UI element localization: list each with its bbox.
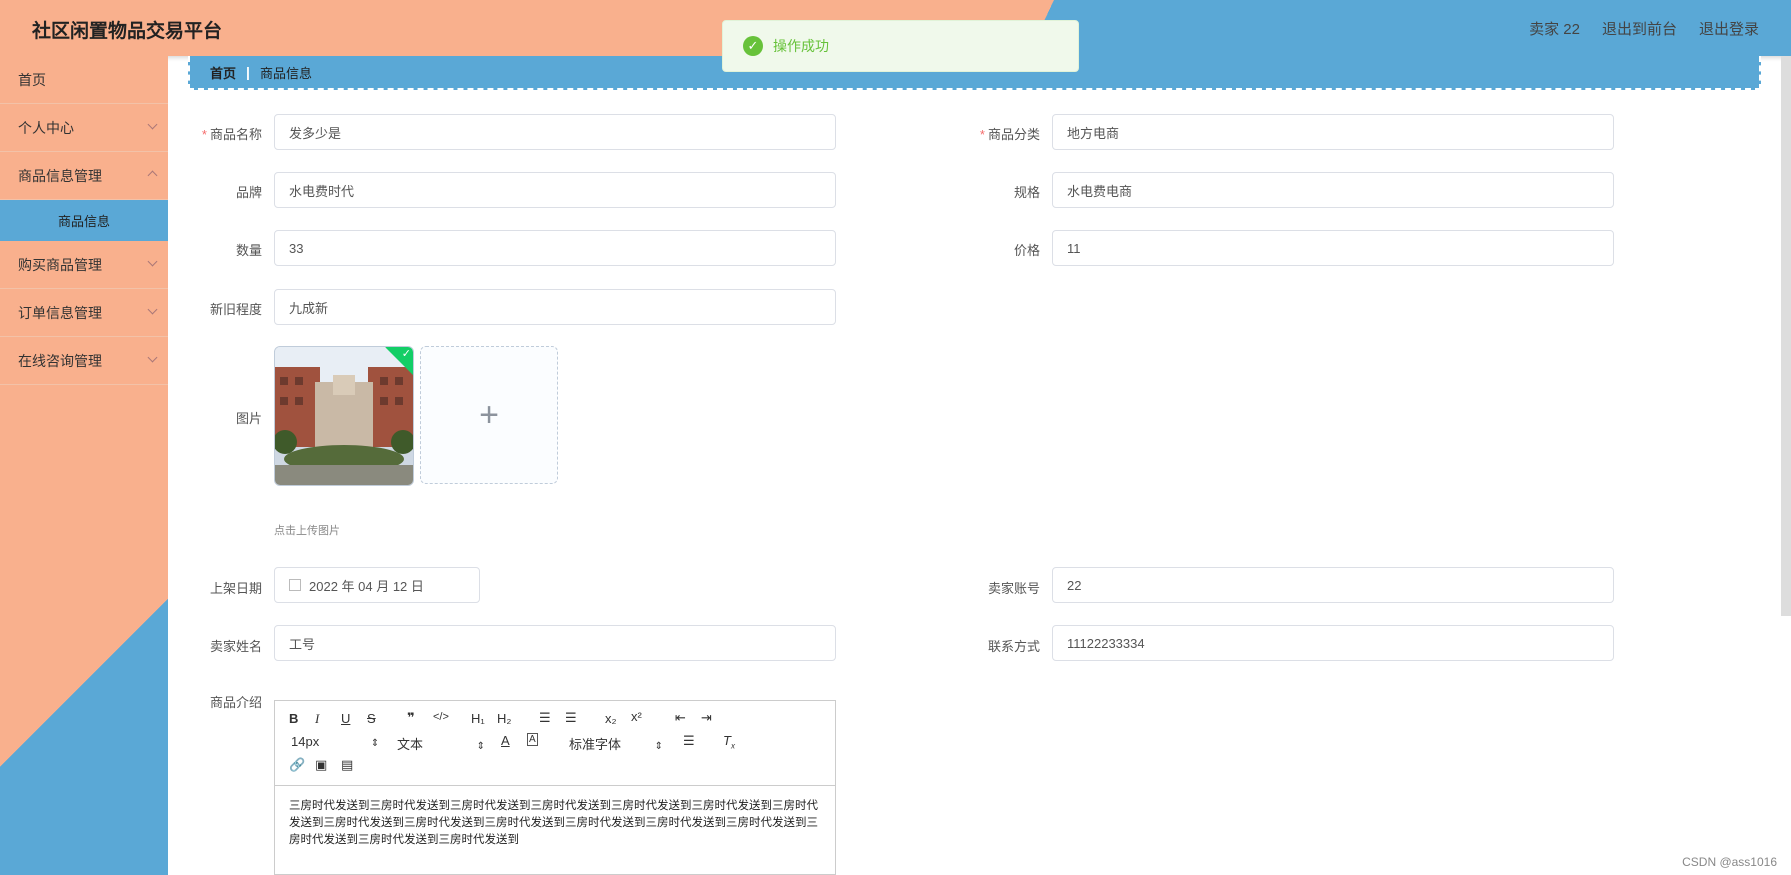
- brand-input[interactable]: 水电费时代: [274, 172, 836, 208]
- heading1-icon[interactable]: H₁: [471, 711, 485, 726]
- sidebar-item-purchase-management[interactable]: 购买商品管理: [0, 241, 168, 289]
- intro-label: 商品介绍: [209, 695, 262, 710]
- logout-link[interactable]: 退出登录: [1699, 18, 1759, 39]
- spec-input[interactable]: 水电费电商: [1052, 172, 1614, 208]
- toast-message: 操作成功: [773, 38, 829, 54]
- price-label: 价格: [1013, 243, 1040, 258]
- sidebar: 首页 个人中心 商品信息管理 商品信息 购买商品管理 订单信息管理 在线咨询管理: [0, 56, 168, 875]
- user-label: 卖家 22: [1529, 21, 1580, 38]
- sidebar-item-consult-management[interactable]: 在线咨询管理: [0, 337, 168, 385]
- header-links: 卖家 22 退出到前台 退出登录: [1529, 18, 1759, 39]
- sidebar-item-personal-center[interactable]: 个人中心: [0, 104, 168, 152]
- upload-add-button[interactable]: +: [420, 346, 558, 484]
- sidebar-item-label: 在线咨询管理: [18, 352, 102, 369]
- plus-icon: +: [479, 395, 499, 434]
- ordered-list-icon[interactable]: ☰: [539, 710, 551, 726]
- uploaded-image-thumbnail[interactable]: ✓: [274, 346, 414, 486]
- seller-account-label: 卖家账号: [987, 581, 1040, 596]
- outdent-icon[interactable]: ⇤: [675, 710, 686, 726]
- upload-tip: 点击上传图片: [274, 525, 340, 537]
- seller-name-input[interactable]: 工号: [274, 625, 836, 661]
- bold-icon[interactable]: B: [289, 711, 298, 726]
- scrollbar[interactable]: [1781, 56, 1791, 616]
- success-toast: ✓ 操作成功: [722, 20, 1079, 72]
- spec-label: 规格: [1013, 185, 1040, 200]
- video-icon[interactable]: ▤: [341, 757, 353, 773]
- product-name-label: * 商品名称: [201, 127, 262, 142]
- font-size-select[interactable]: 14px ⇕: [291, 734, 379, 749]
- calendar-icon: [289, 579, 301, 591]
- back-to-front-link[interactable]: 退出到前台: [1602, 18, 1677, 39]
- image-icon[interactable]: ▣: [315, 757, 327, 773]
- product-name-input[interactable]: 发多少是: [274, 114, 836, 150]
- indent-icon[interactable]: ⇥: [701, 710, 712, 726]
- blockquote-icon[interactable]: ❞: [407, 710, 415, 726]
- price-input[interactable]: 11: [1052, 230, 1614, 266]
- underline-icon[interactable]: U: [341, 711, 350, 726]
- sidebar-item-product-management[interactable]: 商品信息管理: [0, 152, 168, 200]
- seller-account-input[interactable]: 22: [1052, 567, 1614, 603]
- brand-label: 品牌: [235, 185, 262, 200]
- bullet-list-icon[interactable]: ☰: [565, 710, 577, 726]
- condition-label: 新旧程度: [209, 302, 262, 317]
- chevron-down-icon: [147, 256, 158, 267]
- chevron-up-icon: [147, 170, 158, 181]
- contact-label: 联系方式: [987, 639, 1040, 654]
- list-date-picker[interactable]: 2022 年 04 月 12 日: [274, 567, 480, 603]
- sidebar-item-label: 首页: [18, 71, 46, 88]
- select-arrow-icon: ⇕: [476, 741, 486, 752]
- select-arrow-icon: ⇕: [654, 741, 664, 752]
- select-arrow-icon: ⇕: [370, 738, 380, 749]
- chevron-down-icon: [147, 304, 158, 315]
- list-date-value: 2022 年 04 月 12 日: [309, 578, 424, 594]
- image-label: 图片: [235, 411, 262, 426]
- sidebar-item-label: 商品信息管理: [18, 167, 102, 184]
- quantity-input[interactable]: 33: [274, 230, 836, 266]
- breadcrumb-separator: |: [246, 64, 250, 80]
- font-color-icon[interactable]: A: [501, 733, 510, 748]
- heading2-icon[interactable]: H₂: [497, 711, 511, 726]
- editor-content[interactable]: 三房时代发送到三房时代发送到三房时代发送到三房时代发送到三房时代发送到三房时代发…: [275, 786, 835, 861]
- font-family-select[interactable]: 标准字体 ⇕: [569, 734, 663, 753]
- condition-input[interactable]: 九成新: [274, 289, 836, 325]
- contact-input[interactable]: 11122233334: [1052, 625, 1614, 661]
- block-format-select[interactable]: 文本 ⇕: [397, 734, 485, 753]
- building-photo: [275, 347, 413, 485]
- quantity-label: 数量: [235, 243, 262, 258]
- sidebar-item-home[interactable]: 首页: [0, 56, 168, 104]
- seller-name-label: 卖家姓名: [209, 639, 262, 654]
- sidebar-subitem-product-info[interactable]: 商品信息: [0, 200, 168, 241]
- product-category-input[interactable]: 地方电商: [1052, 114, 1614, 150]
- check-icon: ✓: [401, 348, 411, 360]
- breadcrumb-current: 商品信息: [259, 65, 312, 81]
- chevron-down-icon: [147, 119, 158, 130]
- chevron-down-icon: [147, 352, 158, 363]
- code-block-icon[interactable]: </>: [433, 711, 449, 723]
- superscript-icon[interactable]: x²: [631, 709, 642, 724]
- strikethrough-icon[interactable]: S: [367, 711, 376, 726]
- background-color-icon[interactable]: A: [527, 733, 538, 746]
- sidebar-item-order-management[interactable]: 订单信息管理: [0, 289, 168, 337]
- watermark: CSDN @ass1016: [1682, 855, 1777, 869]
- clear-format-icon[interactable]: Tx: [723, 733, 735, 751]
- sidebar-item-label: 个人中心: [18, 119, 74, 136]
- link-icon[interactable]: 🔗: [289, 757, 305, 773]
- subscript-icon[interactable]: x₂: [605, 711, 617, 726]
- rich-text-editor: B I U S ❞ </> H₁ H₂ ☰ ☰ x₂ x² ⇤ ⇥ 14px ⇕…: [274, 700, 836, 875]
- editor-toolbar: B I U S ❞ </> H₁ H₂ ☰ ☰ x₂ x² ⇤ ⇥ 14px ⇕…: [275, 701, 835, 786]
- app-title: 社区闲置物品交易平台: [32, 21, 223, 42]
- breadcrumb-home[interactable]: 首页: [210, 63, 236, 82]
- sidebar-item-label: 订单信息管理: [18, 304, 102, 321]
- list-date-label: 上架日期: [209, 581, 262, 596]
- check-circle-icon: ✓: [743, 36, 763, 56]
- sidebar-item-label: 购买商品管理: [18, 256, 102, 273]
- product-category-label: * 商品分类: [979, 127, 1040, 142]
- italic-icon[interactable]: I: [315, 711, 319, 727]
- align-icon[interactable]: ☰: [683, 733, 695, 749]
